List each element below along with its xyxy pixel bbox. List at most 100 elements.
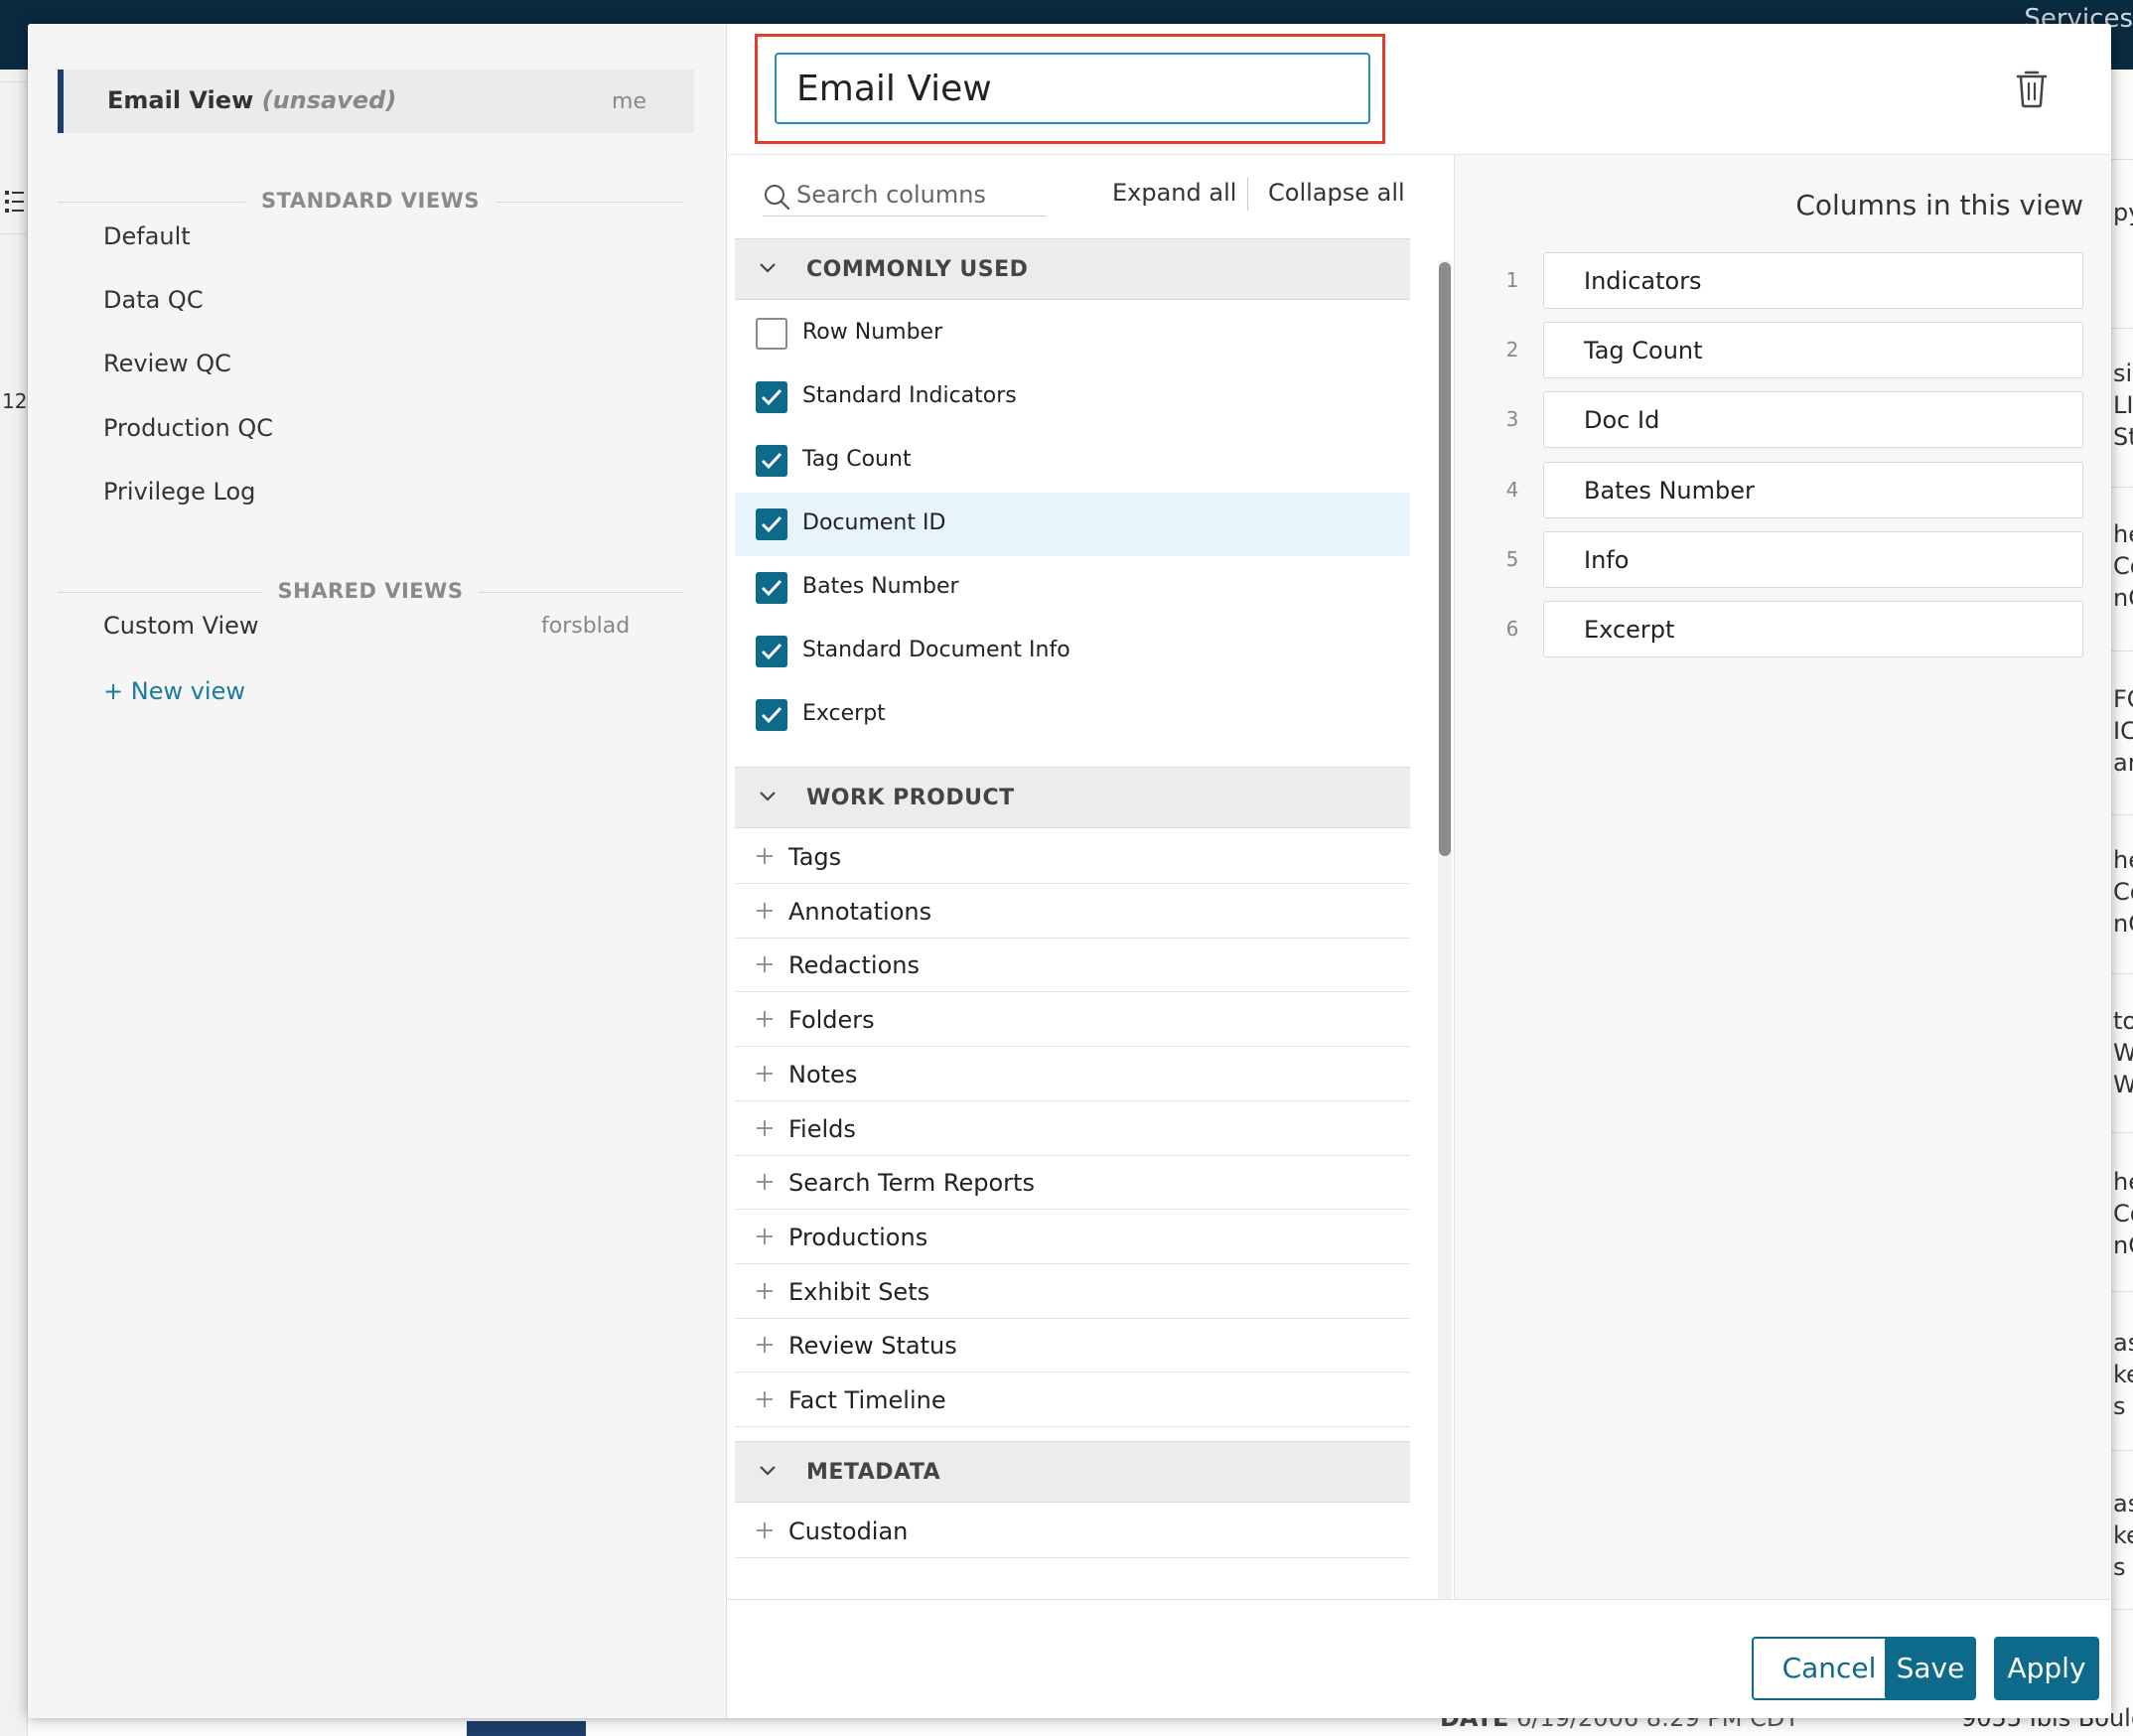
current-view-name: Email View (unsaved)	[107, 86, 397, 114]
selected-column-number: 4	[1505, 477, 1519, 502]
current-view-owner: me	[612, 89, 646, 114]
plus-icon	[757, 1174, 773, 1191]
checkbox[interactable]	[756, 318, 787, 350]
view-item-production-qc[interactable]: Production QC	[103, 414, 273, 442]
checkbox[interactable]	[756, 508, 787, 540]
column-group-fact-timeline[interactable]: Fact Timeline	[735, 1374, 1410, 1427]
column-group-folders[interactable]: Folders	[735, 993, 1410, 1048]
app-right-text-fragment: IC	[2113, 717, 2133, 745]
selected-column-number: 6	[1505, 617, 1519, 641]
footer-divider	[728, 1599, 2111, 1600]
column-group-custodian[interactable]: Custodian	[735, 1505, 1410, 1558]
column-group-redactions[interactable]: Redactions	[735, 939, 1410, 993]
expand-all-button[interactable]: Expand all	[1112, 179, 1236, 207]
unsaved-indicator: (unsaved)	[261, 86, 397, 114]
view-item-data-qc[interactable]: Data QC	[103, 286, 204, 314]
app-right-text-fragment: nO	[2113, 584, 2133, 612]
group-work-product[interactable]: WORK PRODUCT	[735, 767, 1410, 828]
checkbox[interactable]	[756, 636, 787, 667]
app-right-text-fragment: nO	[2113, 910, 2133, 938]
save-button[interactable]: Save	[1885, 1637, 1976, 1700]
trash-icon[interactable]	[2014, 69, 2050, 108]
shared-views-heading: SHARED VIEWS	[58, 577, 683, 607]
selected-column-item[interactable]: Excerpt	[1543, 601, 2083, 657]
standard-views-heading: STANDARD VIEWS	[58, 187, 683, 217]
selected-column-number: 3	[1505, 407, 1519, 432]
view-name-input[interactable]	[775, 53, 1370, 124]
selected-column-item[interactable]: Doc Id	[1543, 391, 2083, 449]
check-icon	[761, 643, 782, 660]
app-right-text-fragment: her	[2113, 1168, 2133, 1196]
app-right-text-fragment: sic	[2113, 360, 2133, 387]
view-item-custom-view[interactable]: Custom View	[103, 612, 259, 640]
selected-column-item[interactable]: Bates Number	[1543, 461, 2083, 518]
check-icon	[761, 579, 782, 597]
column-list-scrollbar-thumb[interactable]	[1439, 262, 1451, 856]
app-left-strip	[0, 70, 28, 1736]
check-icon	[761, 515, 782, 533]
column-option-bates-number[interactable]: Bates Number	[735, 556, 1410, 620]
column-option-row-number[interactable]: Row Number	[735, 302, 1410, 365]
plus-icon	[757, 1065, 773, 1082]
column-option-standard-indicators[interactable]: Standard Indicators	[735, 365, 1410, 429]
group-commonly-used[interactable]: COMMONLY USED	[735, 238, 1410, 300]
list-icon[interactable]	[4, 185, 26, 220]
search-input[interactable]	[796, 177, 1045, 213]
column-group-exhibit-sets[interactable]: Exhibit Sets	[735, 1265, 1410, 1319]
app-right-text-fragment: FO	[2113, 685, 2133, 713]
app-right-text-fragment: LII	[2113, 391, 2133, 419]
column-group-annotations[interactable]: Annotations	[735, 885, 1410, 939]
column-group-fields[interactable]: Fields	[735, 1102, 1410, 1156]
checkbox[interactable]	[756, 445, 787, 477]
plus-icon	[757, 1119, 773, 1136]
columns-in-view-title: Columns in this view	[1795, 189, 2083, 221]
column-option-tag-count[interactable]: Tag Count	[735, 429, 1410, 493]
column-view-editor-modal: Email View (unsaved) me STANDARD VIEWS D…	[28, 24, 2111, 1718]
search-columns-field[interactable]	[763, 173, 1047, 217]
check-icon	[761, 452, 782, 470]
view-item-default[interactable]: Default	[103, 222, 191, 250]
app-right-text-fragment: s 3	[2113, 1553, 2133, 1581]
column-group-notes[interactable]: Notes	[735, 1048, 1410, 1101]
app-right-text-fragment: W	[2113, 1039, 2133, 1067]
app-right-text-fragment: Co	[2113, 1200, 2133, 1228]
selected-column-item[interactable]: Indicators	[1543, 252, 2083, 309]
view-item-review-qc[interactable]: Review QC	[103, 350, 231, 377]
selected-column-item[interactable]: Info	[1543, 530, 2083, 588]
app-right-text-fragment: Co	[2113, 552, 2133, 580]
app-right-fragments: py sic LII Str her Co nO FO IC an her Co nO to WWher Co…	[2111, 70, 2133, 1736]
selected-column-item[interactable]: Tag Count	[1543, 322, 2083, 379]
app-right-text-fragment: ast	[2113, 1490, 2133, 1518]
group-metadata[interactable]: METADATA	[735, 1441, 1410, 1503]
app-right-text-fragment: ast	[2113, 1329, 2133, 1357]
current-view-item[interactable]: Email View (unsaved) me	[58, 70, 694, 133]
app-right-text-fragment: to	[2113, 1007, 2133, 1035]
plus-icon	[757, 1337, 773, 1354]
checkbox[interactable]	[756, 572, 787, 604]
column-group-productions[interactable]: Productions	[735, 1211, 1410, 1264]
plus-icon	[757, 1522, 773, 1538]
column-option-excerpt[interactable]: Excerpt	[735, 683, 1410, 747]
selected-column-number: 5	[1505, 546, 1519, 571]
toolbar-separator	[1247, 177, 1248, 211]
views-sidebar: Email View (unsaved) me STANDARD VIEWS D…	[28, 24, 727, 1718]
plus-icon	[757, 1391, 773, 1407]
checkbox[interactable]	[756, 381, 787, 413]
collapse-all-button[interactable]: Collapse all	[1268, 179, 1405, 207]
column-option-standard-document-info[interactable]: Standard Document Info	[735, 620, 1410, 683]
plus-icon	[757, 1011, 773, 1028]
column-group-review-status[interactable]: Review Status	[735, 1319, 1410, 1374]
apply-button[interactable]: Apply	[1994, 1637, 2099, 1700]
checkbox[interactable]	[756, 699, 787, 731]
cancel-button[interactable]: Cancel	[1752, 1637, 1907, 1700]
new-view-link[interactable]: + New view	[103, 677, 245, 705]
column-option-document-id[interactable]: Document ID	[735, 493, 1410, 556]
view-item-privilege-log[interactable]: Privilege Log	[103, 478, 255, 506]
app-right-text-fragment: py	[2113, 199, 2133, 226]
plus-icon	[757, 902, 773, 919]
plus-icon	[757, 1282, 773, 1299]
column-group-tags[interactable]: Tags	[735, 830, 1410, 884]
app-right-text-fragment: Str	[2113, 423, 2133, 451]
check-icon	[761, 388, 782, 406]
column-group-search-term-reports[interactable]: Search Term Reports	[735, 1156, 1410, 1211]
